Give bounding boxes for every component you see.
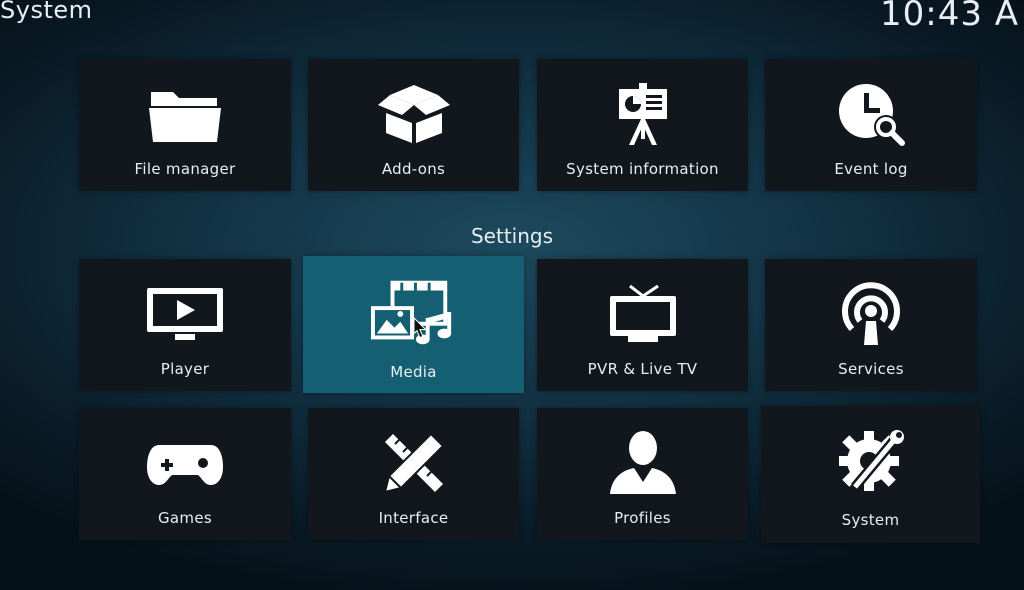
- tile-label: Games: [158, 509, 212, 527]
- tile-interface[interactable]: Interface: [308, 408, 519, 540]
- clock-search-icon: [828, 79, 914, 149]
- tile-label: Player: [160, 360, 210, 378]
- section-label-settings: Settings: [470, 224, 554, 248]
- tile-label: File manager: [134, 160, 236, 178]
- clock: 10:43 A: [880, 0, 1020, 34]
- tile-profiles[interactable]: Profiles: [537, 408, 748, 540]
- tile-label: Profiles: [614, 509, 671, 527]
- tile-pvr-live-tv[interactable]: PVR & Live TV: [537, 259, 748, 391]
- presentation-board-icon: [600, 79, 686, 149]
- tile-player[interactable]: Player: [79, 259, 291, 391]
- tile-label: Media: [390, 363, 437, 381]
- tile-games[interactable]: Games: [79, 408, 291, 540]
- open-box-icon: [371, 79, 457, 149]
- tile-label: Services: [838, 360, 904, 378]
- window-title: System: [0, 0, 93, 24]
- user-profile-icon: [600, 428, 686, 498]
- folder-icon: [142, 79, 228, 149]
- tile-label: System: [841, 511, 900, 529]
- pencil-ruler-icon: [371, 428, 457, 498]
- tile-label: Event log: [834, 160, 908, 178]
- play-monitor-icon: [142, 279, 228, 349]
- tile-system-information[interactable]: System information: [537, 59, 748, 191]
- tile-system[interactable]: System: [761, 406, 980, 543]
- tile-file-manager[interactable]: File manager: [79, 59, 291, 191]
- tile-label: Add-ons: [381, 160, 446, 178]
- tile-label: PVR & Live TV: [587, 360, 698, 378]
- tile-media[interactable]: Media: [303, 256, 524, 393]
- tile-label: Interface: [378, 509, 449, 527]
- broadcast-icon: [828, 279, 914, 349]
- tile-services[interactable]: Services: [765, 259, 977, 391]
- gamepad-icon: [142, 428, 228, 498]
- gear-wrench-icon: [828, 426, 914, 496]
- tv-antenna-icon: [600, 279, 686, 349]
- tile-event-log[interactable]: Event log: [765, 59, 977, 191]
- tile-add-ons[interactable]: Add-ons: [308, 59, 519, 191]
- tile-label: System information: [566, 160, 719, 178]
- media-library-icon: [370, 278, 457, 348]
